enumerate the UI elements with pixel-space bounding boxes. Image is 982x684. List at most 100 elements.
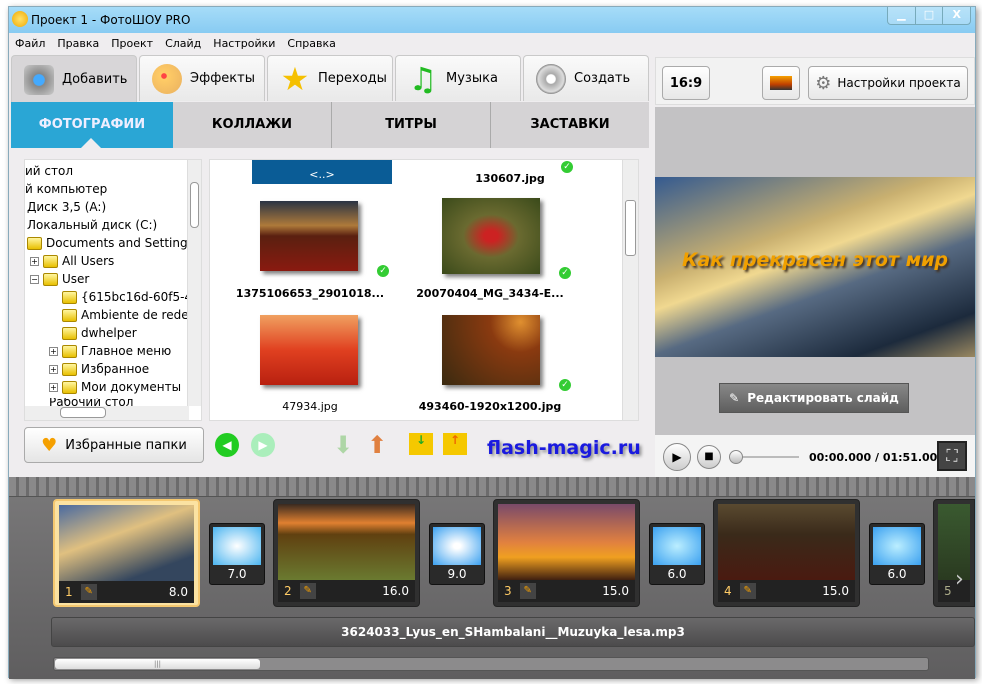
subtab-photos[interactable]: ФОТОГРАФИИ [11,102,173,148]
timeline-scrollbar[interactable]: ||| [53,657,929,671]
slide-4[interactable]: 4 ✎ 15.0 [713,499,860,607]
audio-track[interactable]: 3624033_Lyus_en_SHambalani__Muzuyka_lesa… [51,617,975,647]
photo-thumbnail[interactable] [260,315,358,385]
menu-project[interactable]: Проект [105,34,159,54]
background-button[interactable] [762,66,800,100]
tab-add[interactable]: Добавить [11,55,137,103]
tree-item[interactable]: Диск 3,5 (A:) [27,200,106,214]
slide-thumbnail [278,504,415,580]
back-arrow-icon[interactable]: ◀ [215,433,239,457]
file-caption[interactable]: 493460-1920x1200.jpg [390,400,590,413]
tree-item[interactable]: + Главное меню [49,344,171,358]
folder-icon [27,236,42,250]
scroll-thumb[interactable] [190,182,199,228]
menu-bar: Файл Правка Проект Слайд Настройки Справ… [9,34,342,54]
slide-number: 5 [944,584,952,598]
file-caption[interactable]: 47934.jpg [210,400,410,413]
transition-4[interactable]: 6.0 [869,523,925,585]
timeline: 1 ✎ 8.0 7.0 2 ✎ 16.0 9.0 3 ✎ 15.0 6.0 4 ✎ 15.0 6… [9,477,975,679]
transition-1[interactable]: 7.0 [209,523,265,585]
slide-5[interactable]: 5 [933,499,975,607]
slide-2[interactable]: 2 ✎ 16.0 [273,499,420,607]
file-caption[interactable]: 1375106653_2901018... [210,287,410,300]
pencil-icon[interactable]: ✎ [299,583,316,599]
tree-item[interactable]: − User [30,272,89,286]
transition-3[interactable]: 6.0 [649,523,705,585]
tree-item[interactable]: Documents and Settings [27,236,194,250]
scroll-thumb[interactable]: ||| [55,659,260,669]
photo-thumbnail[interactable] [260,201,358,271]
tree-vertical-scrollbar[interactable] [187,160,201,406]
menu-file[interactable]: Файл [9,34,51,54]
subtab-intros[interactable]: ЗАСТАВКИ [490,102,649,148]
scroll-thumb[interactable] [60,407,106,418]
tree-item[interactable]: dwhelper [62,326,137,340]
button-label: Редактировать слайд [747,391,899,405]
tree-item[interactable]: {615bc16d-60f5-4 [62,290,192,304]
maximize-button[interactable]: □ [916,7,944,24]
slide-1[interactable]: 1 ✎ 8.0 [53,499,200,607]
menu-help[interactable]: Справка [281,34,341,54]
tree-item[interactable]: ий стол [25,164,73,178]
edit-slide-button[interactable]: ✎ Редактировать слайд [719,383,909,413]
seek-handle[interactable] [729,450,743,464]
chevron-right-icon[interactable]: › [955,567,964,592]
play-button[interactable]: ▶ [663,443,691,471]
slide-number: 2 [284,584,292,598]
stop-button[interactable]: ■ [697,445,721,469]
collapse-icon: − [30,274,39,284]
parent-folder-item[interactable]: <..> [252,160,392,184]
check-icon: ✓ [558,266,572,280]
file-caption[interactable]: 130607.jpg [410,172,610,185]
fullscreen-icon[interactable]: ⛶ [937,441,967,471]
menu-slide[interactable]: Слайд [159,34,207,54]
tree-item[interactable]: Локальный диск (C:) [27,218,157,232]
tab-label: Создать [574,71,631,86]
pencil-icon[interactable]: ✎ [519,583,536,599]
slide-3[interactable]: 3 ✎ 15.0 [493,499,640,607]
tree-item[interactable]: + All Users [30,254,114,268]
tree-item[interactable]: Ambiente de rede [62,308,189,322]
music-note-icon: ♫ [408,59,438,98]
tree-item[interactable]: Рабочий стол [49,398,133,406]
move-down-icon[interactable]: ⬇ [333,431,353,459]
menu-edit[interactable]: Правка [51,34,105,54]
subtab-titles[interactable]: ТИТРЫ [331,102,490,148]
tree-item[interactable]: + Мои документы [49,380,181,394]
slide-duration: 8.0 [168,585,188,599]
photo-thumbnail[interactable] [442,198,540,274]
aspect-ratio-button[interactable]: 16:9 [662,66,710,100]
expand-icon: + [49,346,58,356]
slide-number: 4 [724,584,732,598]
transition-2[interactable]: 9.0 [429,523,485,585]
tab-effects[interactable]: Эффекты [139,55,265,101]
tab-music[interactable]: ♫ Музыка [395,55,521,101]
folder-tree[interactable]: ий стол й компьютер Диск 3,5 (A:) Локаль… [24,159,202,421]
folder-icon [62,380,77,394]
move-up-icon[interactable]: ⬆ [367,431,387,459]
tab-create[interactable]: Создать [523,55,649,101]
tree-item[interactable]: + Избранное [49,362,149,376]
folder-up-icon[interactable]: ↑ [443,433,467,455]
pencil-icon[interactable]: ✎ [739,583,756,599]
check-icon: ✓ [558,378,572,392]
preview-title-text: Как прекрасен этот мир [681,249,949,271]
grid-vertical-scrollbar[interactable] [622,160,638,420]
file-caption[interactable]: 20070404_MG_3434-E... [390,287,590,300]
transition-duration: 6.0 [667,567,687,581]
minimize-button[interactable]: ▁ [888,7,916,24]
tree-horizontal-scrollbar[interactable] [25,406,189,420]
favorite-folders-button[interactable]: ♥ Избранные папки [24,427,204,463]
subtab-collages[interactable]: КОЛЛАЖИ [173,102,331,148]
menu-settings[interactable]: Настройки [207,34,281,54]
project-settings-button[interactable]: ⚙ Настройки проекта [808,66,968,100]
tab-transitions[interactable]: ★ Переходы [267,55,393,101]
forward-arrow-icon[interactable]: ▶ [251,433,275,457]
pencil-icon[interactable]: ✎ [80,584,97,600]
photo-thumbnail[interactable] [442,315,540,385]
tree-item[interactable]: й компьютер [25,182,107,196]
close-button[interactable]: X [943,7,970,24]
add-from-folder-icon[interactable]: ↓ [409,433,433,455]
subtabs: ФОТОГРАФИИ КОЛЛАЖИ ТИТРЫ ЗАСТАВКИ [11,102,649,148]
scroll-thumb[interactable] [625,200,636,256]
